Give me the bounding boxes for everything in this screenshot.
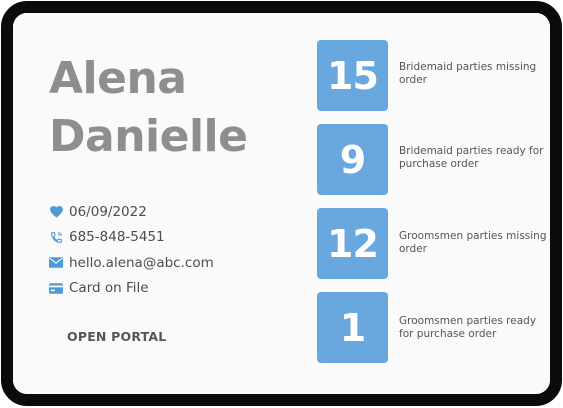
last-name: Danielle (49, 111, 248, 162)
payment-row: Card on File (49, 276, 214, 302)
stat-label: Groomsmen parties missing order (399, 230, 547, 255)
credit-card-icon (49, 281, 63, 295)
stat-value: 12 (317, 208, 388, 279)
heart-icon (49, 205, 63, 219)
stat-groomsmen-missing: 12 Groomsmen parties missing order (317, 208, 550, 280)
stat-value: 1 (317, 292, 388, 363)
stat-label: Bridemaid parties ready for purchase ord… (399, 145, 544, 170)
open-portal-button[interactable]: OPEN PORTAL (67, 329, 166, 344)
stat-value: 15 (317, 40, 388, 111)
stat-value: 9 (317, 124, 388, 195)
phone-value: 685-848-5451 (69, 229, 165, 246)
phone-row: 685-848-5451 (49, 225, 214, 251)
stat-label: Groomsmen parties ready for purchase ord… (399, 315, 537, 340)
email-row: hello.alena@abc.com (49, 250, 214, 276)
tablet-frame: Alena Danielle 06/09/2022 685-848-5451 h… (1, 1, 562, 406)
first-name: Alena (49, 53, 187, 104)
date-value: 06/09/2022 (69, 203, 147, 220)
profile-card: Alena Danielle 06/09/2022 685-848-5451 h… (13, 13, 550, 394)
email-value: hello.alena@abc.com (69, 254, 214, 271)
stat-label: Bridemaid parties missing order (399, 61, 537, 86)
stat-groomsmen-ready: 1 Groomsmen parties ready for purchase o… (317, 292, 550, 364)
phone-icon (49, 230, 63, 244)
mail-icon (49, 256, 63, 270)
customer-name: Alena Danielle (49, 50, 279, 166)
stat-bridesmaid-ready: 9 Bridemaid parties ready for purchase o… (317, 124, 550, 196)
contact-details: 06/09/2022 685-848-5451 hello.alena@abc.… (49, 199, 214, 301)
date-row: 06/09/2022 (49, 199, 214, 225)
stat-bridesmaid-missing: 15 Bridemaid parties missing order (317, 40, 550, 112)
payment-value: Card on File (69, 280, 149, 297)
